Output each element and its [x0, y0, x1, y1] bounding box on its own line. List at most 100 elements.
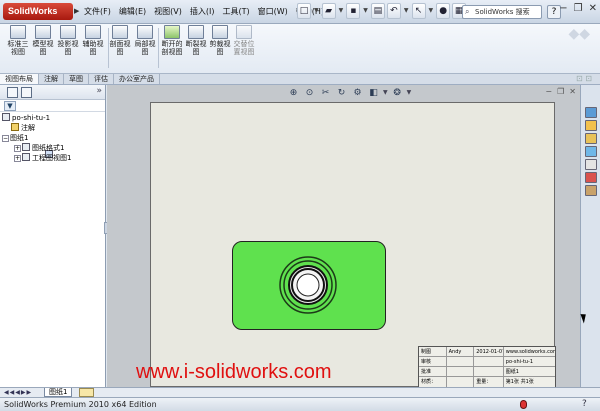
chevron-down-icon[interactable]: ▼	[428, 3, 435, 19]
restore-icon[interactable]: ❐	[574, 3, 583, 14]
break-view-icon	[188, 25, 204, 39]
close-icon[interactable]: ✕	[569, 87, 576, 96]
graphics-area[interactable]: ⊕ ⊙ ✂ ↻ ⚙ ◧ ▼ ❂ ▼ − ❐ ✕ 制图 Andy 2012-01-07	[107, 85, 580, 388]
expand-icon[interactable]: +	[14, 145, 21, 152]
menu-view[interactable]: 视图(V)	[150, 5, 186, 18]
chevron-down-icon[interactable]: ▼	[362, 3, 369, 19]
alternate-position-view-button[interactable]: 交替位置视图	[232, 24, 256, 74]
undo-icon[interactable]: ↶	[386, 3, 401, 19]
chevron-down-icon[interactable]: ▼	[407, 87, 412, 99]
tree-item-annotations[interactable]: 注解	[2, 123, 105, 133]
chevron-down-icon[interactable]: ▶	[74, 7, 79, 15]
title-block-cell: Andy	[447, 347, 475, 356]
projected-view-button[interactable]: 投影视图	[56, 24, 80, 74]
part-features	[279, 256, 337, 314]
crop-view-button[interactable]: 剪裁视图	[208, 24, 232, 74]
tab-area-controls: ⊡ ⊡	[576, 74, 592, 83]
minimize-icon[interactable]: −	[545, 87, 552, 96]
view-settings-icon[interactable]: ❂	[391, 87, 404, 99]
print-icon[interactable]: ▤	[370, 3, 385, 19]
standard-3-view-button[interactable]: 标准三视图	[6, 24, 30, 74]
zoom-to-area-icon[interactable]: ⊙	[303, 87, 316, 99]
model-view-button[interactable]: 模型视图	[31, 24, 55, 74]
break-view-button[interactable]: 断裂视图	[184, 24, 208, 74]
menu-tools[interactable]: 工具(T)	[218, 5, 253, 18]
drawing-sheet[interactable]: 制图 Andy 2012-01-07 www.solidworks.com 审核…	[150, 102, 556, 388]
menu-file[interactable]: 文件(F)	[80, 5, 115, 18]
title-block-cell: 图纸1	[505, 369, 519, 375]
filter-icon[interactable]: ▼	[4, 101, 16, 111]
tree-item-drawing-view[interactable]: + 工程图视图1	[2, 153, 105, 163]
chevron-down-icon[interactable]: ▼	[338, 3, 345, 19]
close-icon[interactable]: ✕	[589, 3, 597, 14]
menu-insert[interactable]: 插入(I)	[186, 5, 219, 18]
menu-window[interactable]: 窗口(W)	[254, 5, 292, 18]
drawing-view-part[interactable]	[232, 241, 386, 330]
expand-panel-icon[interactable]: »	[96, 86, 102, 96]
feature-manager-panel: » ▼ po-shi-tu-1 注解 − 图纸1 + 图纸格式1 + 工程图视图1	[0, 85, 106, 387]
solidworks-logo[interactable]: SolidWorks	[3, 3, 73, 20]
title-bar: SolidWorks ▶ 文件(F) 编辑(E) 视图(V) 插入(I) 工具(…	[0, 0, 600, 24]
design-library-icon[interactable]	[584, 120, 597, 131]
view-palette-icon[interactable]	[584, 159, 597, 170]
property-manager-icon[interactable]	[21, 87, 32, 98]
minimize-icon[interactable]: −	[559, 3, 567, 14]
feature-tree-icon[interactable]	[7, 87, 18, 98]
standard-3-view-icon	[10, 25, 26, 39]
rebuild-icon[interactable]: ●	[436, 3, 451, 19]
solidworks-resources-icon[interactable]	[584, 107, 597, 118]
search-input[interactable]: ⌕ SolidWorks 搜索	[462, 5, 542, 19]
add-sheet-icon[interactable]	[79, 388, 94, 397]
drawing-view-icon	[22, 153, 30, 161]
zoom-to-fit-icon[interactable]: ⊕	[287, 87, 300, 99]
view-orientation-icon[interactable]: ⚙	[351, 87, 364, 99]
tab-evaluate[interactable]: 评估	[89, 74, 114, 84]
title-block-cell: www.solidworks.com	[505, 349, 556, 355]
tab-office-products[interactable]: 办公室产品	[114, 74, 160, 84]
status-text: SolidWorks Premium 2010 x64 Edition	[4, 400, 157, 409]
tree-filter[interactable]: ▼	[0, 100, 105, 112]
select-icon[interactable]: ↖	[411, 3, 426, 19]
annotations-icon	[11, 123, 19, 131]
sheet-format-icon	[22, 143, 30, 151]
tree-item-sheet1[interactable]: − 图纸1	[2, 133, 105, 158]
title-block[interactable]: 制图 Andy 2012-01-07 www.solidworks.com 审核…	[418, 346, 556, 388]
tree-root[interactable]: po-shi-tu-1	[2, 113, 105, 123]
save-icon[interactable]: ▪	[346, 3, 361, 19]
open-folder-icon[interactable]: ▰	[321, 3, 336, 19]
title-block-cell: 第1张 共1张	[505, 379, 534, 385]
menu-edit[interactable]: 编辑(E)	[115, 5, 150, 18]
new-document-icon[interactable]: □	[297, 3, 311, 19]
sheet-tab-sheet1[interactable]: 图纸1	[44, 388, 73, 397]
rotate-view-icon[interactable]: ↻	[335, 87, 348, 99]
custom-properties-icon[interactable]	[584, 185, 597, 196]
tree-item-sheet-format[interactable]: + 图纸格式1	[2, 143, 105, 153]
auxiliary-view-button[interactable]: 辅助视图	[81, 24, 105, 74]
tab-annotation[interactable]: 注解	[39, 74, 64, 84]
help-icon[interactable]: ?	[582, 399, 587, 409]
file-explorer-icon[interactable]	[584, 133, 597, 144]
title-block-row: 审核 po-shi-tu-1	[419, 357, 555, 367]
detail-view-button[interactable]: 局部视图	[133, 24, 157, 74]
title-block-cell	[447, 367, 475, 376]
tab-view-layout[interactable]: 视图布局	[0, 74, 39, 84]
broken-out-section-button[interactable]: 断开的剖视图	[160, 24, 184, 74]
command-tabs: 视图布局 注解 草图 评估 办公室产品 ⊡ ⊡	[0, 74, 600, 85]
chevron-down-icon[interactable]: ▼	[383, 87, 388, 99]
appearances-icon[interactable]	[584, 172, 597, 183]
display-style-icon[interactable]: ◧	[367, 87, 380, 99]
restore-icon[interactable]: ❐	[557, 87, 564, 96]
auxiliary-view-icon	[85, 25, 101, 39]
search-results-icon[interactable]	[584, 146, 597, 157]
section-view-button[interactable]: 剖面视图	[108, 24, 132, 74]
sheet-tab-bar: ◀◀◀▶▶ 图纸1	[0, 387, 600, 397]
chevron-down-icon[interactable]: ▼	[403, 3, 410, 19]
sheet-navigation-icon[interactable]: ◀◀◀▶▶	[4, 389, 32, 396]
crop-view-icon	[212, 25, 228, 39]
chevron-down-icon[interactable]: ▼	[313, 3, 320, 19]
rebuild-status-icon[interactable]	[520, 400, 527, 409]
previous-view-icon[interactable]: ✂	[319, 87, 332, 99]
collapse-icon[interactable]: −	[2, 135, 9, 142]
expand-icon[interactable]: +	[14, 155, 21, 162]
tab-sketch[interactable]: 草图	[64, 74, 89, 84]
